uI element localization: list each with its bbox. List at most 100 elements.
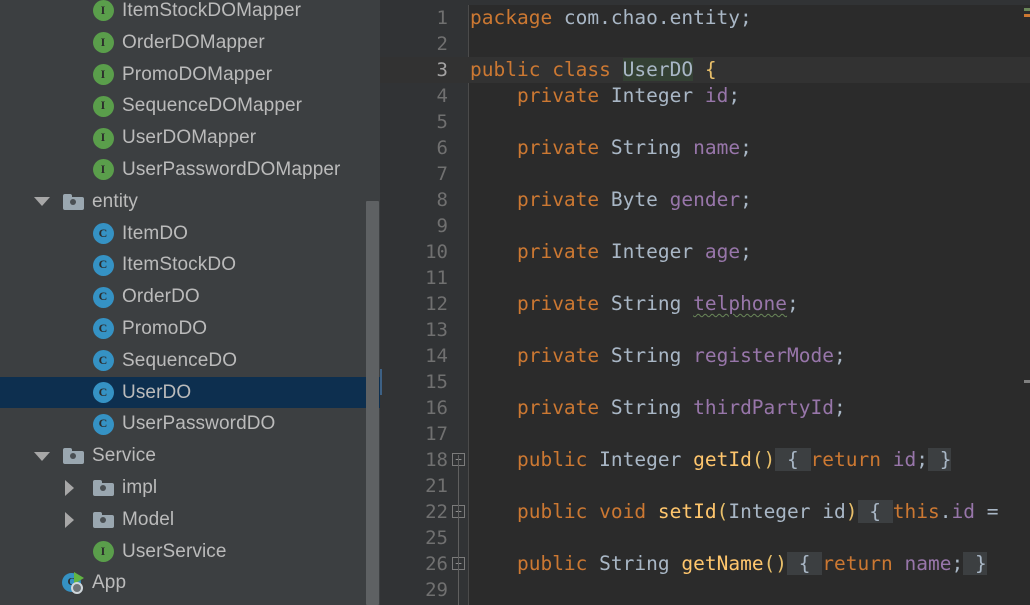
tree-item-itemstockdo[interactable]: C ItemStockDO [0,249,380,281]
code-line-text: private String registerMode; [470,343,846,369]
code-token: private [516,396,600,419]
chevron-right-icon[interactable] [60,511,78,529]
code-token: private [516,188,600,211]
code-token: telphone [693,292,788,315]
tree-item-itemstockdomapper[interactable]: I ItemStockDOMapper [0,0,380,27]
code-line[interactable]: 13 [380,317,1030,343]
code-line[interactable]: 22+ public void setId(Integer id) { this… [380,499,1030,525]
code-line-text: public String getName() { return name; } [470,551,987,577]
project-tool-window[interactable]: I ItemStockDOMapper I OrderDOMapper I PromoDO… [0,0,380,605]
code-line[interactable]: 3 public class UserDO { [380,57,1030,83]
tree-item-sequencedomapper[interactable]: I SequenceDOMapper [0,90,380,122]
sidebar-scrollbar-thumb[interactable] [366,201,379,605]
project-tree[interactable]: I ItemStockDOMapper I OrderDOMapper I PromoDO… [0,0,380,599]
tree-item-userpassworddomapper[interactable]: I UserPasswordDOMapper [0,154,380,186]
code-token: name [693,136,741,159]
line-number: 12 [425,293,448,315]
marker-tick[interactable] [1024,14,1030,17]
chevron-down-icon[interactable] [33,193,51,211]
code-token: id [892,448,917,471]
interface-icon: I [92,32,114,54]
chevron-down-icon[interactable] [33,447,51,465]
line-number: 5 [436,111,448,133]
code-token: private [516,240,600,263]
tree-item-userdo[interactable]: C UserDO [0,376,380,409]
code-token: public [516,552,588,575]
code-line[interactable]: 29 [380,577,1030,603]
tree-item-userpassworddo[interactable]: C UserPasswordDO [0,408,380,440]
code-line[interactable]: 5 [380,109,1030,135]
code-token: ) [845,500,858,523]
line-number: 10 [425,241,448,263]
ide-window: I ItemStockDOMapper I OrderDOMapper I PromoDO… [0,0,1030,605]
tree-item-userdomapper[interactable]: I UserDOMapper [0,122,380,154]
tree-item-service[interactable]: Service [0,440,380,472]
code-line-text: private String thirdPartyId; [470,395,846,421]
tree-item-impl[interactable]: impl [0,472,380,504]
code-line[interactable]: 7 [380,161,1030,187]
code-line[interactable]: 9 [380,213,1030,239]
class-icon: C [92,381,114,403]
line-number: 6 [436,137,448,159]
code-line[interactable]: 26+ public String getName() { return nam… [380,551,1030,577]
code-line[interactable]: 25 [380,525,1030,551]
tree-item-itemdo[interactable]: C ItemDO [0,218,380,250]
code-line[interactable]: 14 private String registerMode; [380,343,1030,369]
code-token: ; [740,240,752,263]
editor-lines[interactable]: 1 package com.chao.entity; 2 3 public class … [380,5,1030,603]
code-line-text: public Integer getId() { return id; } [470,447,952,473]
code-line[interactable]: 16 private String thirdPartyId; [380,395,1030,421]
code-token: ; [740,136,752,159]
code-token: UserDO [622,58,694,81]
code-line[interactable]: 18+ public Integer getId() { return id; … [380,447,1030,473]
code-token: { [775,448,811,471]
tree-item-model[interactable]: Model [0,504,380,536]
code-token: registerMode [693,344,834,367]
sidebar-scrollbar-track[interactable] [366,0,379,605]
code-token: ; [834,396,846,419]
marker-tick[interactable] [1024,8,1030,11]
code-line[interactable]: 4 private Integer id; [380,83,1030,109]
code-token: ; [916,448,928,471]
interface-icon: I [92,159,114,181]
code-line[interactable]: 2 [380,31,1030,57]
code-line[interactable]: 17 [380,421,1030,447]
tree-item-userservice[interactable]: I UserService [0,536,380,568]
class-icon: C [92,350,114,372]
code-line[interactable]: 11 [380,265,1030,291]
code-editor[interactable]: 1 package com.chao.entity; 2 3 public class … [380,0,1030,605]
tree-item-entity[interactable]: entity [0,186,380,218]
code-token: private [516,84,600,107]
code-line[interactable]: 1 package com.chao.entity; [380,5,1030,31]
code-token: private [516,136,600,159]
code-line[interactable]: 6 private String name; [380,135,1030,161]
tree-item-promodo[interactable]: C PromoDO [0,313,380,345]
code-token: Integer [728,500,811,523]
code-line[interactable]: 12 private String telphone; [380,291,1030,317]
tree-item-orderdomapper[interactable]: I OrderDOMapper [0,27,380,59]
marker-tick[interactable] [1024,380,1030,383]
tree-item-orderdo[interactable]: C OrderDO [0,281,380,313]
interface-icon: I [92,63,114,85]
tree-item-promodomapper[interactable]: I PromoDOMapper [0,59,380,91]
tree-item-sequencedo[interactable]: C SequenceDO [0,345,380,377]
code-line[interactable]: 15 [380,369,1030,395]
code-line[interactable]: 21 [380,473,1030,499]
interface-icon: I [92,95,114,117]
chevron-right-icon[interactable] [60,479,78,497]
code-line[interactable]: 8 private Byte gender; [380,187,1030,213]
tree-item-app[interactable]: C App [0,567,380,599]
code-line[interactable]: 10 private Integer age; [380,239,1030,265]
